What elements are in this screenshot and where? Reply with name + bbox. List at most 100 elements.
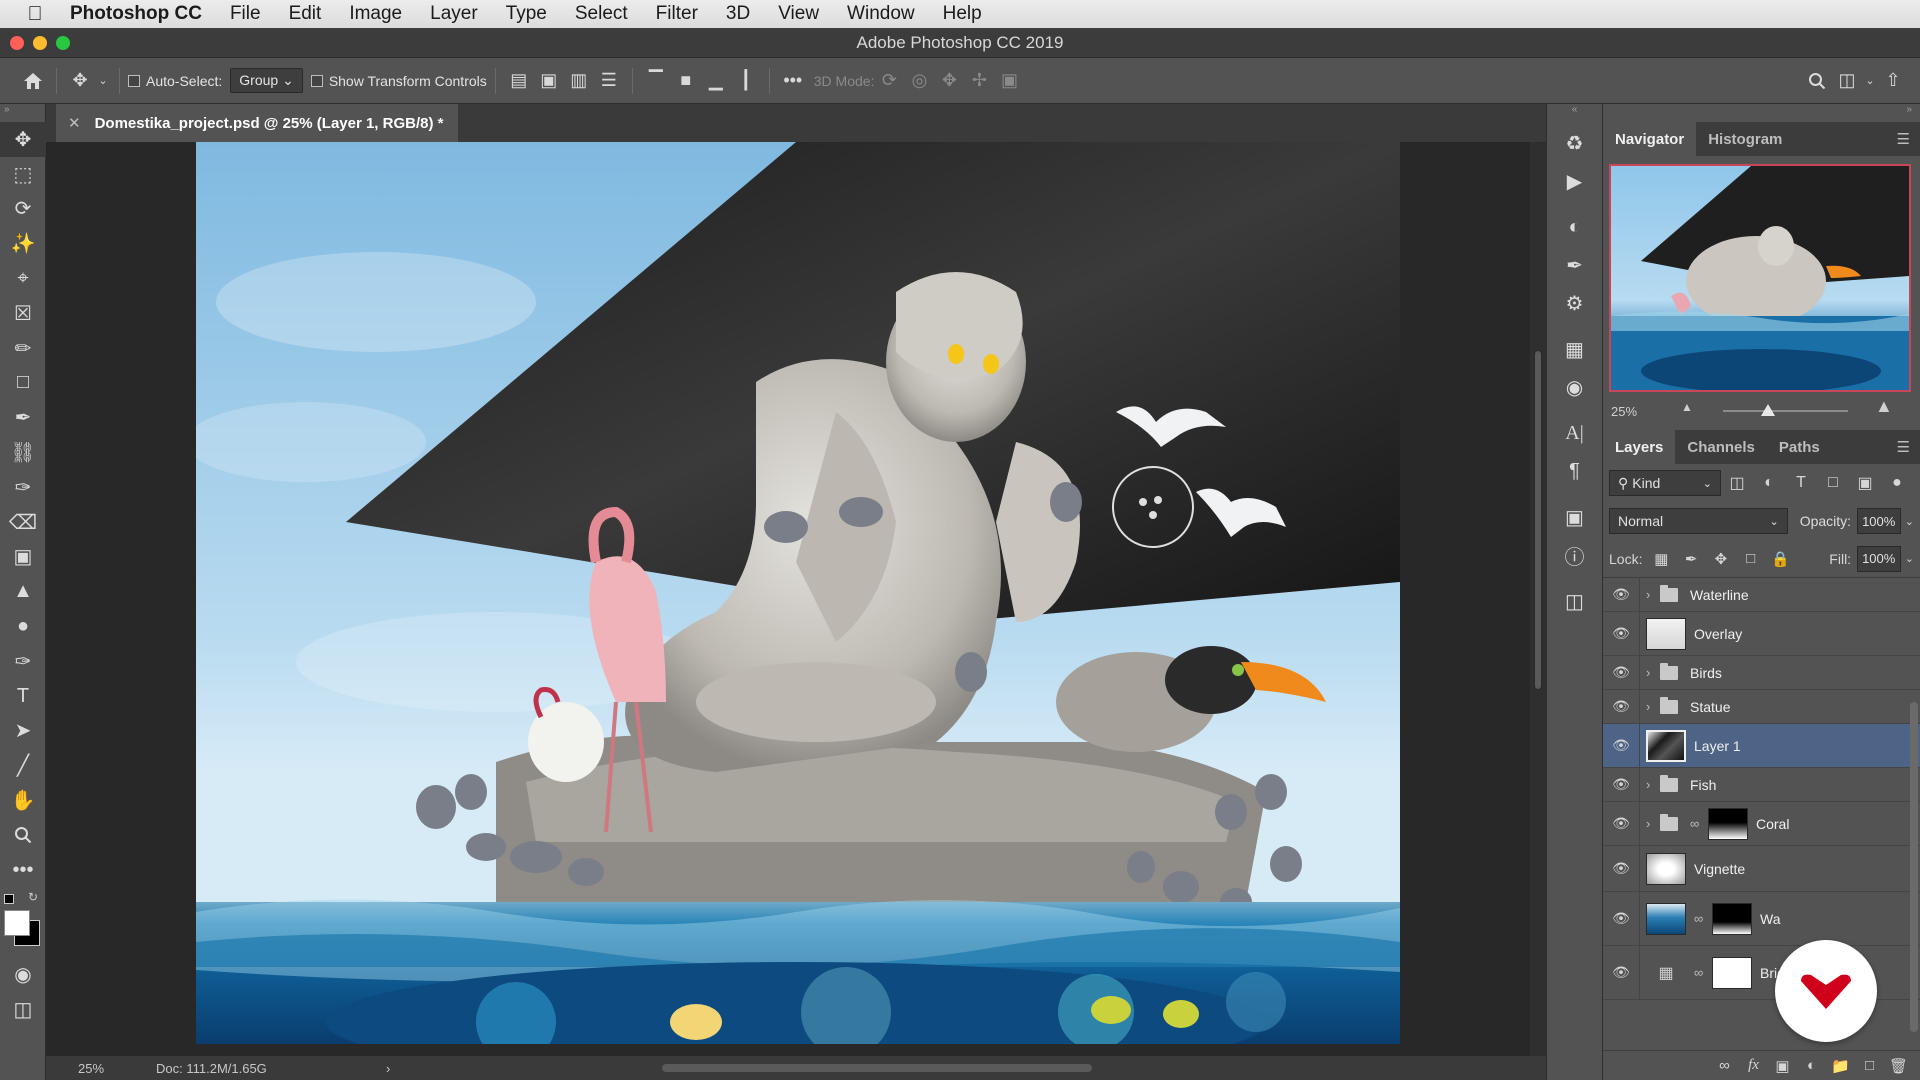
swap-colors-icon[interactable]: ↻ <box>28 890 38 904</box>
chevron-right-icon[interactable]: › <box>1646 777 1660 792</box>
eye-icon[interactable]: 👁 <box>1603 964 1639 981</box>
more-options-icon[interactable]: ••• <box>778 66 808 96</box>
filter-toggle-icon[interactable]: ● <box>1881 474 1913 492</box>
properties-panel-icon[interactable]: ⚙ <box>1547 284 1602 322</box>
filter-type-icon[interactable]: T <box>1785 474 1817 492</box>
opacity-field[interactable]: 100% <box>1857 508 1901 534</box>
move-tool-icon[interactable]: ✥ <box>0 122 46 157</box>
align-middle-icon[interactable]: ■ <box>671 66 701 96</box>
history-panel-icon[interactable]: ♻ <box>1547 124 1602 162</box>
crop-tool-icon[interactable]: ⌖ <box>0 261 46 296</box>
align-right-icon[interactable]: ▥ <box>564 66 594 96</box>
scrollbar-thumb[interactable] <box>1534 350 1542 690</box>
move-tool-preset-icon[interactable]: ✥ <box>65 66 95 96</box>
gradient-tool-icon[interactable]: ▣ <box>0 540 46 575</box>
canvas-vertical-scrollbar[interactable] <box>1530 142 1546 1056</box>
edit-toolbar-icon[interactable]: ••• <box>0 853 46 888</box>
menu-filter[interactable]: Filter <box>642 3 712 25</box>
marquee-tool-icon[interactable]: ⬚ <box>0 157 46 192</box>
quick-mask-icon[interactable]: ◉ <box>0 958 46 993</box>
filter-shape-icon[interactable]: □ <box>1817 474 1849 492</box>
close-icon[interactable]: ✕ <box>68 114 81 132</box>
workspace-icon[interactable]: ◫ <box>1832 66 1862 96</box>
status-zoom[interactable]: 25% <box>46 1061 136 1076</box>
document-canvas[interactable] <box>196 142 1400 1044</box>
menu-app-name[interactable]: Photoshop CC <box>70 3 216 25</box>
eye-icon[interactable]: 👁 <box>1603 737 1639 754</box>
lock-all-icon[interactable]: 🔒 <box>1766 550 1796 568</box>
maximize-window-button[interactable] <box>56 36 70 50</box>
apple-icon[interactable]:  <box>0 3 70 26</box>
menu-view[interactable]: View <box>764 3 833 25</box>
filter-pixel-icon[interactable]: ◫ <box>1721 473 1753 493</box>
layer-row[interactable]: 👁 › ∞ Coral <box>1603 802 1920 846</box>
navigator-zoom-slider-handle[interactable] <box>1761 404 1775 416</box>
pen-tool-icon[interactable]: ✑ <box>0 644 46 679</box>
tab-layers[interactable]: Layers <box>1603 430 1676 464</box>
align-left-icon[interactable]: ▤ <box>504 66 534 96</box>
layer-row[interactable]: 👁 Overlay <box>1603 612 1920 656</box>
menu-image[interactable]: Image <box>335 3 416 25</box>
close-window-button[interactable] <box>10 36 24 50</box>
layer-row[interactable]: 👁 ∞ Wa <box>1603 892 1920 946</box>
libraries-panel-icon[interactable]: ▣ <box>1547 498 1602 536</box>
share-icon[interactable]: ⇧ <box>1878 66 1908 96</box>
chevron-right-icon[interactable]: › <box>1646 587 1660 602</box>
trash-icon[interactable]: 🗑 <box>1884 1057 1913 1075</box>
orbit-3d-icon[interactable]: ⟳ <box>874 66 904 96</box>
actions-panel-icon[interactable]: ▶ <box>1547 162 1602 200</box>
eye-icon[interactable]: 👁 <box>1603 698 1639 715</box>
eye-icon[interactable]: 👁 <box>1603 625 1639 642</box>
eye-icon[interactable]: 👁 <box>1603 586 1639 603</box>
frame-tool-icon[interactable]: ☒ <box>0 296 46 331</box>
eye-icon[interactable]: 👁 <box>1603 860 1639 877</box>
lock-position-icon[interactable]: ✥ <box>1706 550 1736 568</box>
chevron-right-icon[interactable]: › <box>1646 699 1660 714</box>
type-tool-icon[interactable]: T <box>0 679 46 714</box>
lasso-tool-icon[interactable]: ⟳ <box>0 192 46 227</box>
layer-comps-panel-icon[interactable]: ◫ <box>1547 582 1602 620</box>
tab-histogram[interactable]: Histogram <box>1696 122 1794 156</box>
clone-stamp-tool-icon[interactable]: ⛓ <box>0 435 46 470</box>
zoom-tool-icon[interactable] <box>0 818 46 853</box>
navigator-zoom-slider[interactable] <box>1723 410 1848 412</box>
layer-style-icon[interactable]: fx <box>1739 1057 1768 1074</box>
minimize-window-button[interactable] <box>33 36 47 50</box>
add-mask-icon[interactable]: ▣ <box>1768 1057 1797 1075</box>
align-top-icon[interactable]: ▔ <box>641 66 671 96</box>
eye-icon[interactable]: 👁 <box>1603 776 1639 793</box>
chevron-down-icon[interactable]: ⌄ <box>95 66 111 96</box>
eraser-tool-icon[interactable]: ⌫ <box>0 505 46 540</box>
lock-transparent-icon[interactable]: ▦ <box>1646 550 1676 568</box>
new-layer-icon[interactable]: □ <box>1855 1057 1884 1074</box>
new-adjustment-layer-icon[interactable]: ◐ <box>1797 1057 1826 1074</box>
link-icon[interactable]: ∞ <box>1694 911 1708 926</box>
path-selection-tool-icon[interactable]: ➤ <box>0 714 46 749</box>
navigator-preview[interactable] <box>1609 164 1911 392</box>
auto-select-checkbox[interactable] <box>128 74 140 87</box>
layers-scrollbar[interactable] <box>1910 702 1918 1032</box>
brushes-panel-icon[interactable]: ✒ <box>1547 246 1602 284</box>
canvas-area[interactable] <box>46 142 1530 1056</box>
layer-row-selected[interactable]: 👁 Layer 1 <box>1603 724 1920 768</box>
tab-channels[interactable]: Channels <box>1675 430 1767 464</box>
swatches-panel-icon[interactable]: ▦ <box>1547 330 1602 368</box>
align-center-icon[interactable]: ▣ <box>534 66 564 96</box>
paragraph-panel-icon[interactable]: ¶ <box>1547 452 1602 490</box>
filter-adjustment-icon[interactable]: ◐ <box>1753 474 1785 492</box>
roll-3d-icon[interactable]: ◎ <box>904 66 934 96</box>
chevron-right-icon[interactable]: › <box>1646 665 1660 680</box>
layer-row[interactable]: 👁 › Fish <box>1603 768 1920 802</box>
chevron-right-icon[interactable]: › <box>1646 816 1660 831</box>
character-panel-icon[interactable]: A| <box>1547 414 1602 452</box>
info-icon[interactable]: ⓘ <box>1547 536 1602 574</box>
layer-mask-thumbnail[interactable] <box>1712 902 1752 935</box>
tab-navigator[interactable]: Navigator <box>1603 122 1697 156</box>
home-icon[interactable] <box>18 66 48 96</box>
chevron-down-icon[interactable]: ⌄ <box>1905 515 1914 528</box>
adjustments-panel-icon[interactable]: ◐ <box>1547 208 1602 246</box>
magic-wand-tool-icon[interactable]: ✨ <box>0 226 46 261</box>
auto-select-dropdown[interactable]: Group ⌄ <box>230 68 303 93</box>
menu-select[interactable]: Select <box>561 3 642 25</box>
brush-tool-icon[interactable]: ✒ <box>0 400 46 435</box>
